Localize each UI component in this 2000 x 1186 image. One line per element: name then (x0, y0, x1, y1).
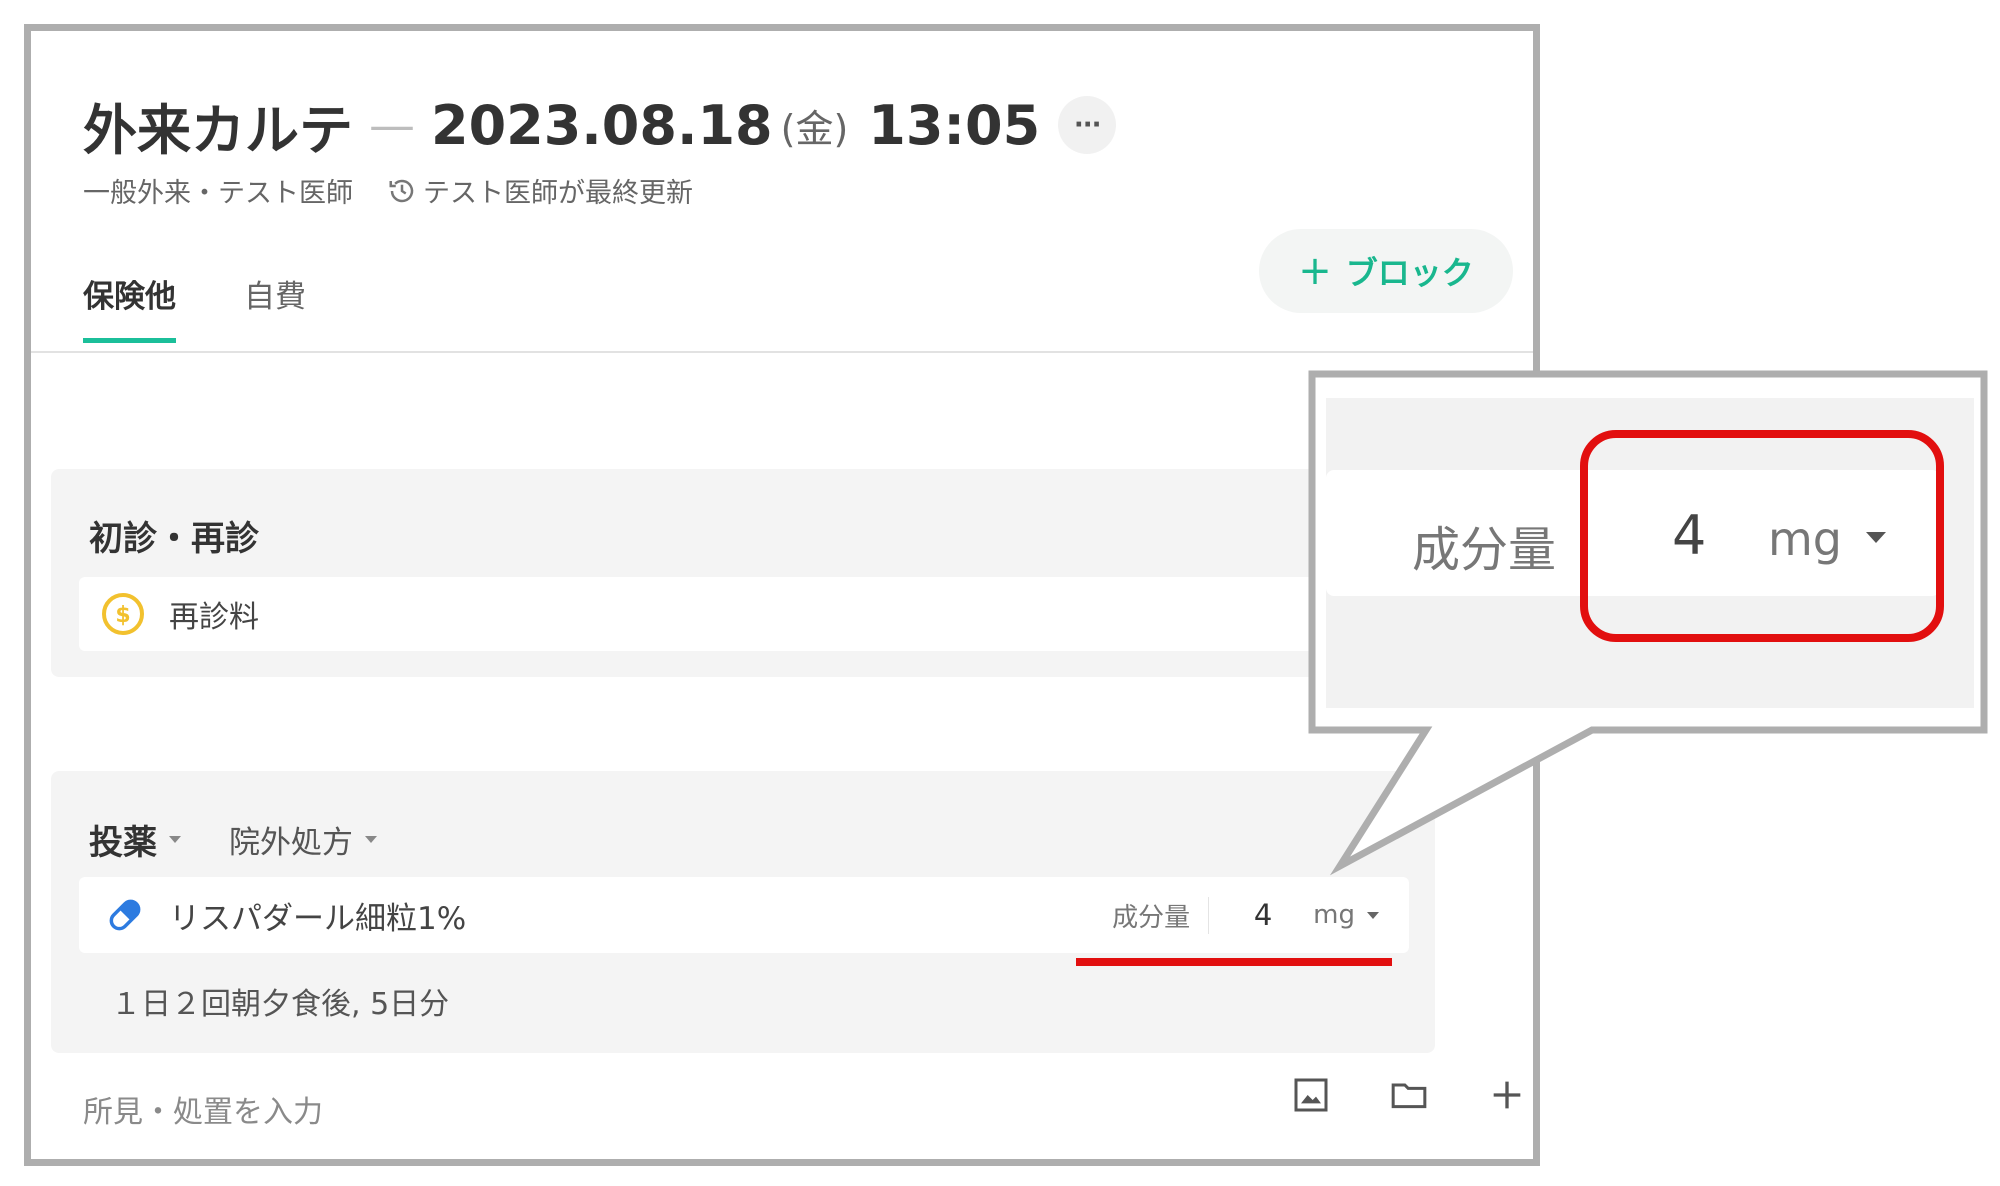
department-doctor: 一般外来・テスト医師 (83, 178, 353, 209)
chevron-down-icon (169, 836, 181, 843)
chart-title-row: 外来カルテ — 2023.08.18 (金) 13:05 ··· (83, 85, 1117, 165)
dose-highlight-underline (1076, 958, 1392, 966)
visit-section-title: 初診・再診 (89, 519, 259, 559)
coin-icon: $ (102, 593, 144, 635)
chevron-down-icon (365, 836, 377, 843)
dose-control: 成分量 4 mg (1112, 896, 1379, 934)
tab-insurance[interactable]: 保険他 (83, 271, 176, 343)
drug-row[interactable]: リスパダール細粒1% 成分量 4 mg (79, 877, 1409, 953)
tab-self-pay[interactable]: 自費 (244, 271, 306, 343)
history-icon (389, 179, 414, 202)
chart-tabs: 保険他 自費 (83, 271, 306, 343)
chart-subtitle: 一般外来・テスト医師 テスト医師が最終更新 (83, 171, 693, 210)
prescription-type-dropdown[interactable]: 院外処方 (229, 817, 377, 862)
chart-date: 2023.08.18 (431, 93, 773, 157)
tabs-divider (31, 351, 1533, 353)
chart-time: 13:05 (868, 93, 1041, 157)
add-block-label: ブロック (1345, 254, 1474, 292)
plus-icon[interactable] (1487, 1075, 1527, 1115)
medication-category-dropdown[interactable]: 投薬 (89, 815, 181, 864)
last-updated: テスト医師が最終更新 (423, 178, 693, 209)
folder-icon[interactable] (1389, 1075, 1429, 1115)
svg-text:$: $ (115, 603, 130, 628)
medication-section: 投薬 院外処方 リスパダール細粒1% 成分量 4 mg １日２回朝夕食後, 5日… (51, 771, 1435, 1053)
drug-name: リスパダール細粒1% (169, 900, 467, 937)
pill-icon (109, 899, 141, 931)
title-dash: — (369, 98, 415, 152)
dosage-usage[interactable]: １日２回朝夕食後, 5日分 (111, 979, 449, 1023)
revisit-fee-label: 再診料 (169, 600, 259, 635)
chart-title: 外来カルテ (83, 98, 353, 162)
chevron-down-icon[interactable] (1367, 911, 1379, 919)
visit-section: 初診・再診 $ 再診料 (51, 469, 1369, 677)
revisit-fee-item[interactable]: $ 再診料 (79, 577, 1369, 651)
prescription-type-label: 院外処方 (229, 825, 353, 861)
dose-value-input[interactable]: 4 (1253, 898, 1273, 932)
more-icon: ··· (1073, 110, 1102, 140)
medication-header: 投薬 院外処方 (89, 815, 377, 864)
dose-label: 成分量 (1112, 896, 1210, 934)
plus-icon: + (1298, 248, 1332, 294)
medication-category-label: 投薬 (89, 823, 157, 863)
image-icon[interactable] (1291, 1075, 1331, 1115)
zoomed-dose-label: 成分量 (1412, 522, 1557, 578)
dose-highlight-box (1580, 430, 1944, 642)
footer-toolbar (1291, 1075, 1527, 1115)
dose-unit-select[interactable]: mg (1313, 900, 1355, 930)
chart-day-of-week: (金) (780, 106, 849, 151)
findings-input[interactable]: 所見・処置を入力 (83, 1087, 323, 1131)
add-block-button[interactable]: + ブロック (1259, 229, 1513, 313)
outpatient-chart-card: 外来カルテ — 2023.08.18 (金) 13:05 ··· 一般外来・テス… (24, 24, 1540, 1166)
more-options-button[interactable]: ··· (1058, 96, 1117, 154)
